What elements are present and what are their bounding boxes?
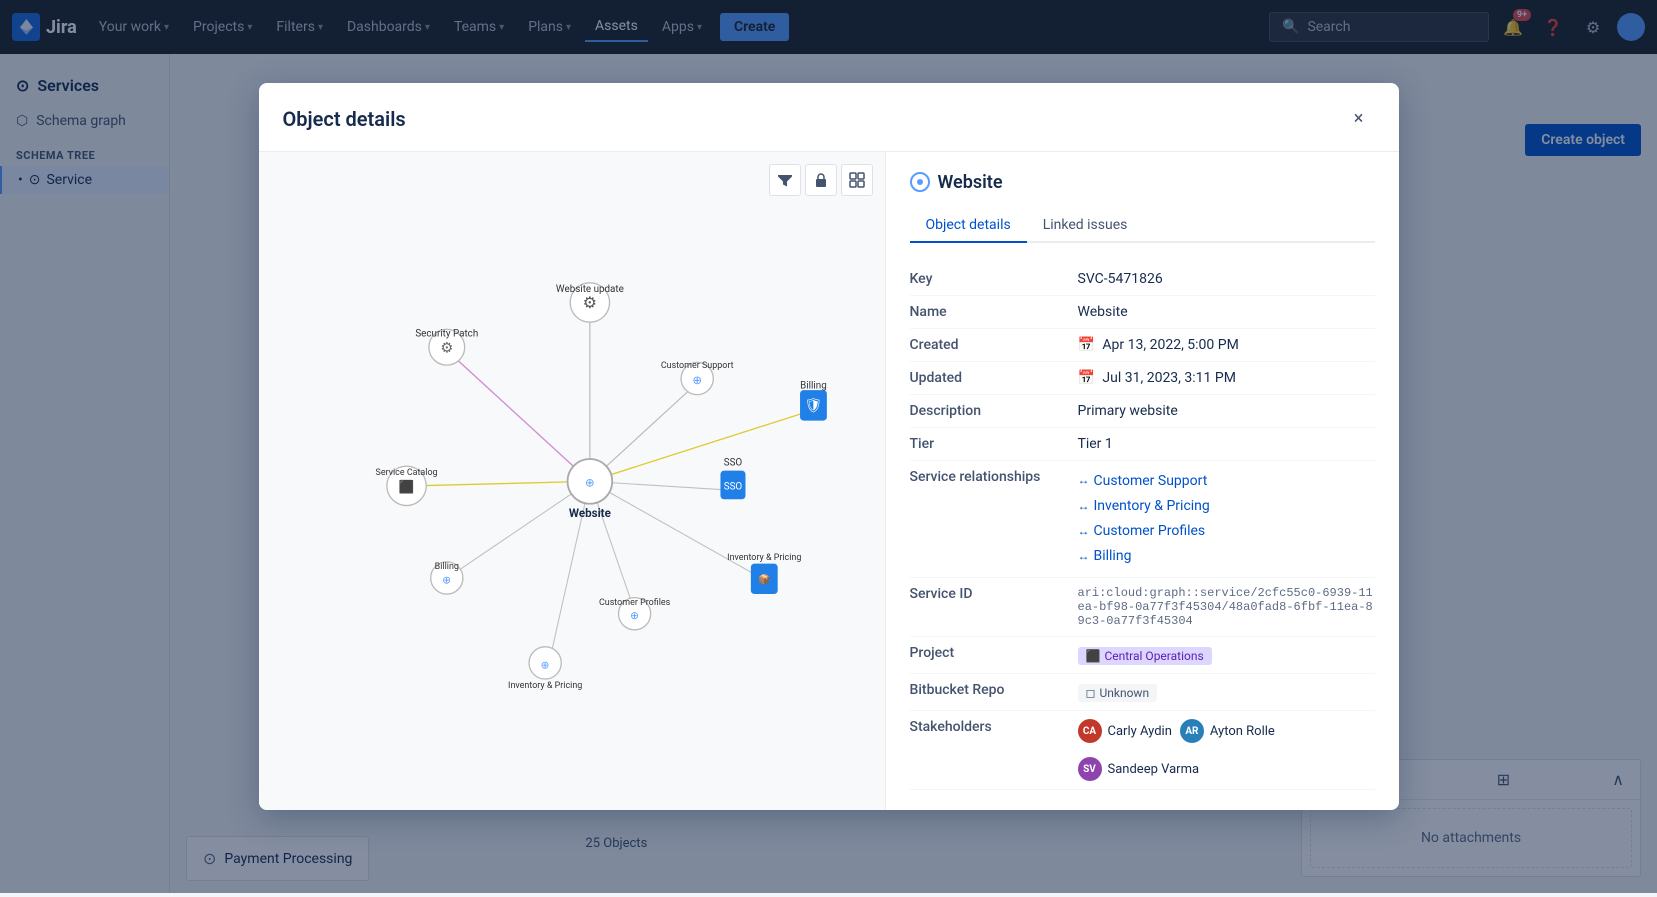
object-details-modal: Object details × [259, 83, 1399, 811]
detail-service-relationships-row: Service relationships ↔ Customer Support… [910, 461, 1375, 579]
stakeholder-carly: CA Carly Aydin [1078, 719, 1172, 743]
rel-icon-3: ↔ [1078, 521, 1090, 543]
stakeholder-ayton-name: Ayton Rolle [1210, 724, 1275, 739]
rel-icon-4: ↔ [1078, 546, 1090, 568]
rel-icon-1: ↔ [1078, 470, 1090, 492]
svg-text:SSO: SSO [723, 457, 742, 468]
calendar-icon: 📅 [1078, 337, 1095, 353]
svg-text:⚙: ⚙ [582, 293, 596, 312]
svg-text:Service Catalog: Service Catalog [375, 468, 437, 478]
graph-filter-button[interactable] [769, 164, 801, 196]
svg-text:⬛: ⬛ [398, 479, 414, 495]
created-label: Created [910, 337, 1070, 353]
bitbucket-icon: ◻ [1086, 686, 1096, 700]
updated-value: 📅 Jul 31, 2023, 3:11 PM [1078, 370, 1375, 386]
service-rel-customer-support[interactable]: ↔ Customer Support [1078, 469, 1375, 494]
graph-lock-button[interactable] [805, 164, 837, 196]
svg-text:Billing: Billing [800, 380, 827, 391]
detail-key-row: Key SVC-5471826 [910, 263, 1375, 296]
svg-text:Security Patch: Security Patch [415, 328, 478, 339]
detail-description-row: Description Primary website [910, 395, 1375, 428]
details-panel: Website Object details Linked issues Key… [886, 152, 1399, 811]
stakeholder-sandeep-name: Sandeep Varma [1108, 762, 1200, 777]
svg-text:⚙: ⚙ [440, 340, 453, 356]
calendar-icon-2: 📅 [1078, 370, 1095, 386]
project-value: ⬛ Central Operations [1078, 645, 1375, 665]
detail-project-row: Project ⬛ Central Operations [910, 637, 1375, 674]
avatar-ayton: AR [1180, 719, 1204, 743]
svg-text:⊕: ⊕ [540, 658, 549, 671]
detail-created-row: Created 📅 Apr 13, 2022, 5:00 PM [910, 329, 1375, 362]
tier-label: Tier [910, 436, 1070, 452]
service-id-value: ari:cloud:graph::service/2cfc55c0-6939-1… [1078, 586, 1375, 628]
svg-text:⊕: ⊕ [630, 609, 639, 622]
svg-text:Customer Support: Customer Support [660, 360, 733, 370]
tab-linked-issues[interactable]: Linked issues [1027, 209, 1144, 243]
description-value: Primary website [1078, 403, 1375, 419]
key-value: SVC-5471826 [1078, 271, 1375, 287]
details-tabs: Object details Linked issues [910, 209, 1375, 243]
modal-header: Object details × [259, 83, 1399, 152]
updated-label: Updated [910, 370, 1070, 386]
svg-text:🛡: 🛡 [804, 396, 822, 413]
svg-text:⊕: ⊕ [692, 373, 702, 387]
avatar-sandeep: SV [1078, 757, 1102, 781]
detail-stakeholders-row: Stakeholders CA Carly Aydin AR Ayton Rol… [910, 711, 1375, 790]
detail-bitbucket-row: Bitbucket Repo ◻ Unknown [910, 674, 1375, 711]
svg-text:Billing: Billing [434, 562, 458, 572]
detail-name-row: Name Website [910, 296, 1375, 329]
stakeholder-sandeep: SV Sandeep Varma [1078, 757, 1200, 781]
bitbucket-label: Bitbucket Repo [910, 682, 1070, 698]
svg-text:📦: 📦 [758, 573, 770, 585]
tab-object-details[interactable]: Object details [910, 209, 1027, 243]
modal-close-button[interactable]: × [1343, 103, 1375, 135]
avatar-carly: CA [1078, 719, 1102, 743]
stakeholder-ayton: AR Ayton Rolle [1180, 719, 1275, 743]
stakeholders-list: CA Carly Aydin AR Ayton Rolle SV Sandeep… [1078, 719, 1375, 781]
detail-tier-row: Tier Tier 1 [910, 428, 1375, 461]
svg-text:Inventory & Pricing: Inventory & Pricing [508, 681, 582, 691]
svg-text:⊕: ⊕ [442, 573, 451, 586]
name-label: Name [910, 304, 1070, 320]
detail-updated-row: Updated 📅 Jul 31, 2023, 3:11 PM [910, 362, 1375, 395]
graph-expand-button[interactable] [841, 164, 873, 196]
service-rel-customer-profiles[interactable]: ↔ Customer Profiles [1078, 519, 1375, 544]
graph-svg: ⚙ Website update ⚙ Security Patch ⊕ Cust… [259, 152, 885, 811]
graph-toolbar [769, 164, 873, 196]
unknown-badge: ◻ Unknown [1078, 684, 1158, 702]
stakeholders-label: Stakeholders [910, 719, 1070, 735]
svg-text:SSO: SSO [723, 481, 742, 492]
created-value: 📅 Apr 13, 2022, 5:00 PM [1078, 337, 1375, 353]
tier-value: Tier 1 [1078, 436, 1375, 452]
stakeholder-carly-name: Carly Aydin [1108, 724, 1172, 739]
modal-title: Object details [283, 107, 406, 131]
graph-panel: ⚙ Website update ⚙ Security Patch ⊕ Cust… [259, 152, 886, 811]
service-relationships-values: ↔ Customer Support ↔ Inventory & Pricing… [1078, 469, 1375, 570]
project-label: Project [910, 645, 1070, 661]
service-rel-inventory-pricing[interactable]: ↔ Inventory & Pricing [1078, 494, 1375, 519]
project-icon: ⬛ [1086, 649, 1101, 663]
bitbucket-value: ◻ Unknown [1078, 682, 1375, 702]
svg-text:Website: Website [568, 506, 610, 520]
service-rel-billing[interactable]: ↔ Billing [1078, 544, 1375, 569]
description-label: Description [910, 403, 1070, 419]
object-title: Website [910, 172, 1375, 193]
key-label: Key [910, 271, 1070, 287]
modal-overlay[interactable]: Object details × [0, 0, 1657, 893]
service-id-label: Service ID [910, 586, 1070, 602]
detail-service-id-row: Service ID ari:cloud:graph::service/2cfc… [910, 578, 1375, 637]
object-name: Website [938, 172, 1003, 193]
svg-text:Inventory & Pricing: Inventory & Pricing [727, 553, 801, 563]
svg-text:⊕: ⊕ [585, 475, 595, 489]
svg-text:Website update: Website update [555, 283, 623, 294]
modal-body: ⚙ Website update ⚙ Security Patch ⊕ Cust… [259, 152, 1399, 811]
project-badge: ⬛ Central Operations [1078, 647, 1212, 665]
name-value: Website [1078, 304, 1375, 320]
service-relationships-label: Service relationships [910, 469, 1070, 485]
svg-text:Customer Profiles: Customer Profiles [598, 597, 670, 607]
rel-icon-2: ↔ [1078, 496, 1090, 518]
